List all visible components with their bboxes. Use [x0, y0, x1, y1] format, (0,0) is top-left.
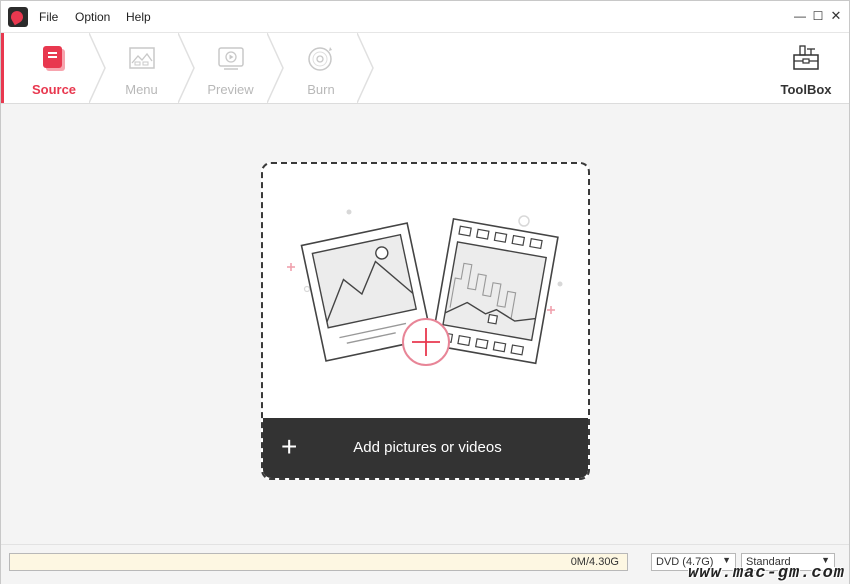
add-media-label: Add pictures or videos: [353, 439, 502, 456]
step-label: Menu: [125, 82, 158, 97]
step-label: Burn: [307, 82, 335, 97]
app-window: File Option Help — ☐ ✕ Source Menu Previ…: [0, 0, 850, 584]
menu-option[interactable]: Option: [75, 10, 110, 24]
status-bar: 0M/4.30G DVD (4.7G) ▼ Standard ▼ www.mac…: [1, 544, 849, 584]
add-media-button[interactable]: + Add pictures or videos: [263, 418, 588, 478]
watermark: www.mac-gm.com: [688, 564, 845, 583]
disc-capacity-bar: 0M/4.30G: [9, 553, 628, 571]
app-logo-icon: [8, 7, 28, 27]
source-icon: [43, 46, 65, 71]
disc-burn-icon: [308, 47, 332, 71]
step-separator-icon: [357, 33, 374, 103]
toolbox-icon: [793, 45, 819, 70]
step-menu[interactable]: Menu: [99, 33, 184, 103]
menu-file[interactable]: File: [39, 10, 58, 24]
toolbox-label: ToolBox: [780, 82, 832, 97]
toolbox-button[interactable]: ToolBox: [771, 33, 841, 103]
step-preview[interactable]: Preview: [188, 33, 273, 103]
minimize-button[interactable]: —: [791, 7, 809, 25]
menu-template-icon: [128, 47, 155, 69]
maximize-button[interactable]: ☐: [809, 7, 827, 25]
step-burn[interactable]: Burn: [277, 33, 365, 103]
menu-help[interactable]: Help: [126, 10, 151, 24]
preview-icon: [217, 47, 244, 70]
close-button[interactable]: ✕: [827, 7, 845, 25]
add-media-illustration-icon: [287, 209, 563, 366]
title-bar: File Option Help — ☐ ✕: [1, 1, 849, 33]
step-label: Preview: [207, 82, 254, 97]
media-drop-zone[interactable]: + Add pictures or videos: [261, 162, 590, 480]
source-panel: + Add pictures or videos: [1, 104, 849, 544]
capacity-text: 0M/4.30G: [570, 556, 619, 568]
step-bar: Source Menu Preview Burn ToolBox: [1, 33, 849, 104]
